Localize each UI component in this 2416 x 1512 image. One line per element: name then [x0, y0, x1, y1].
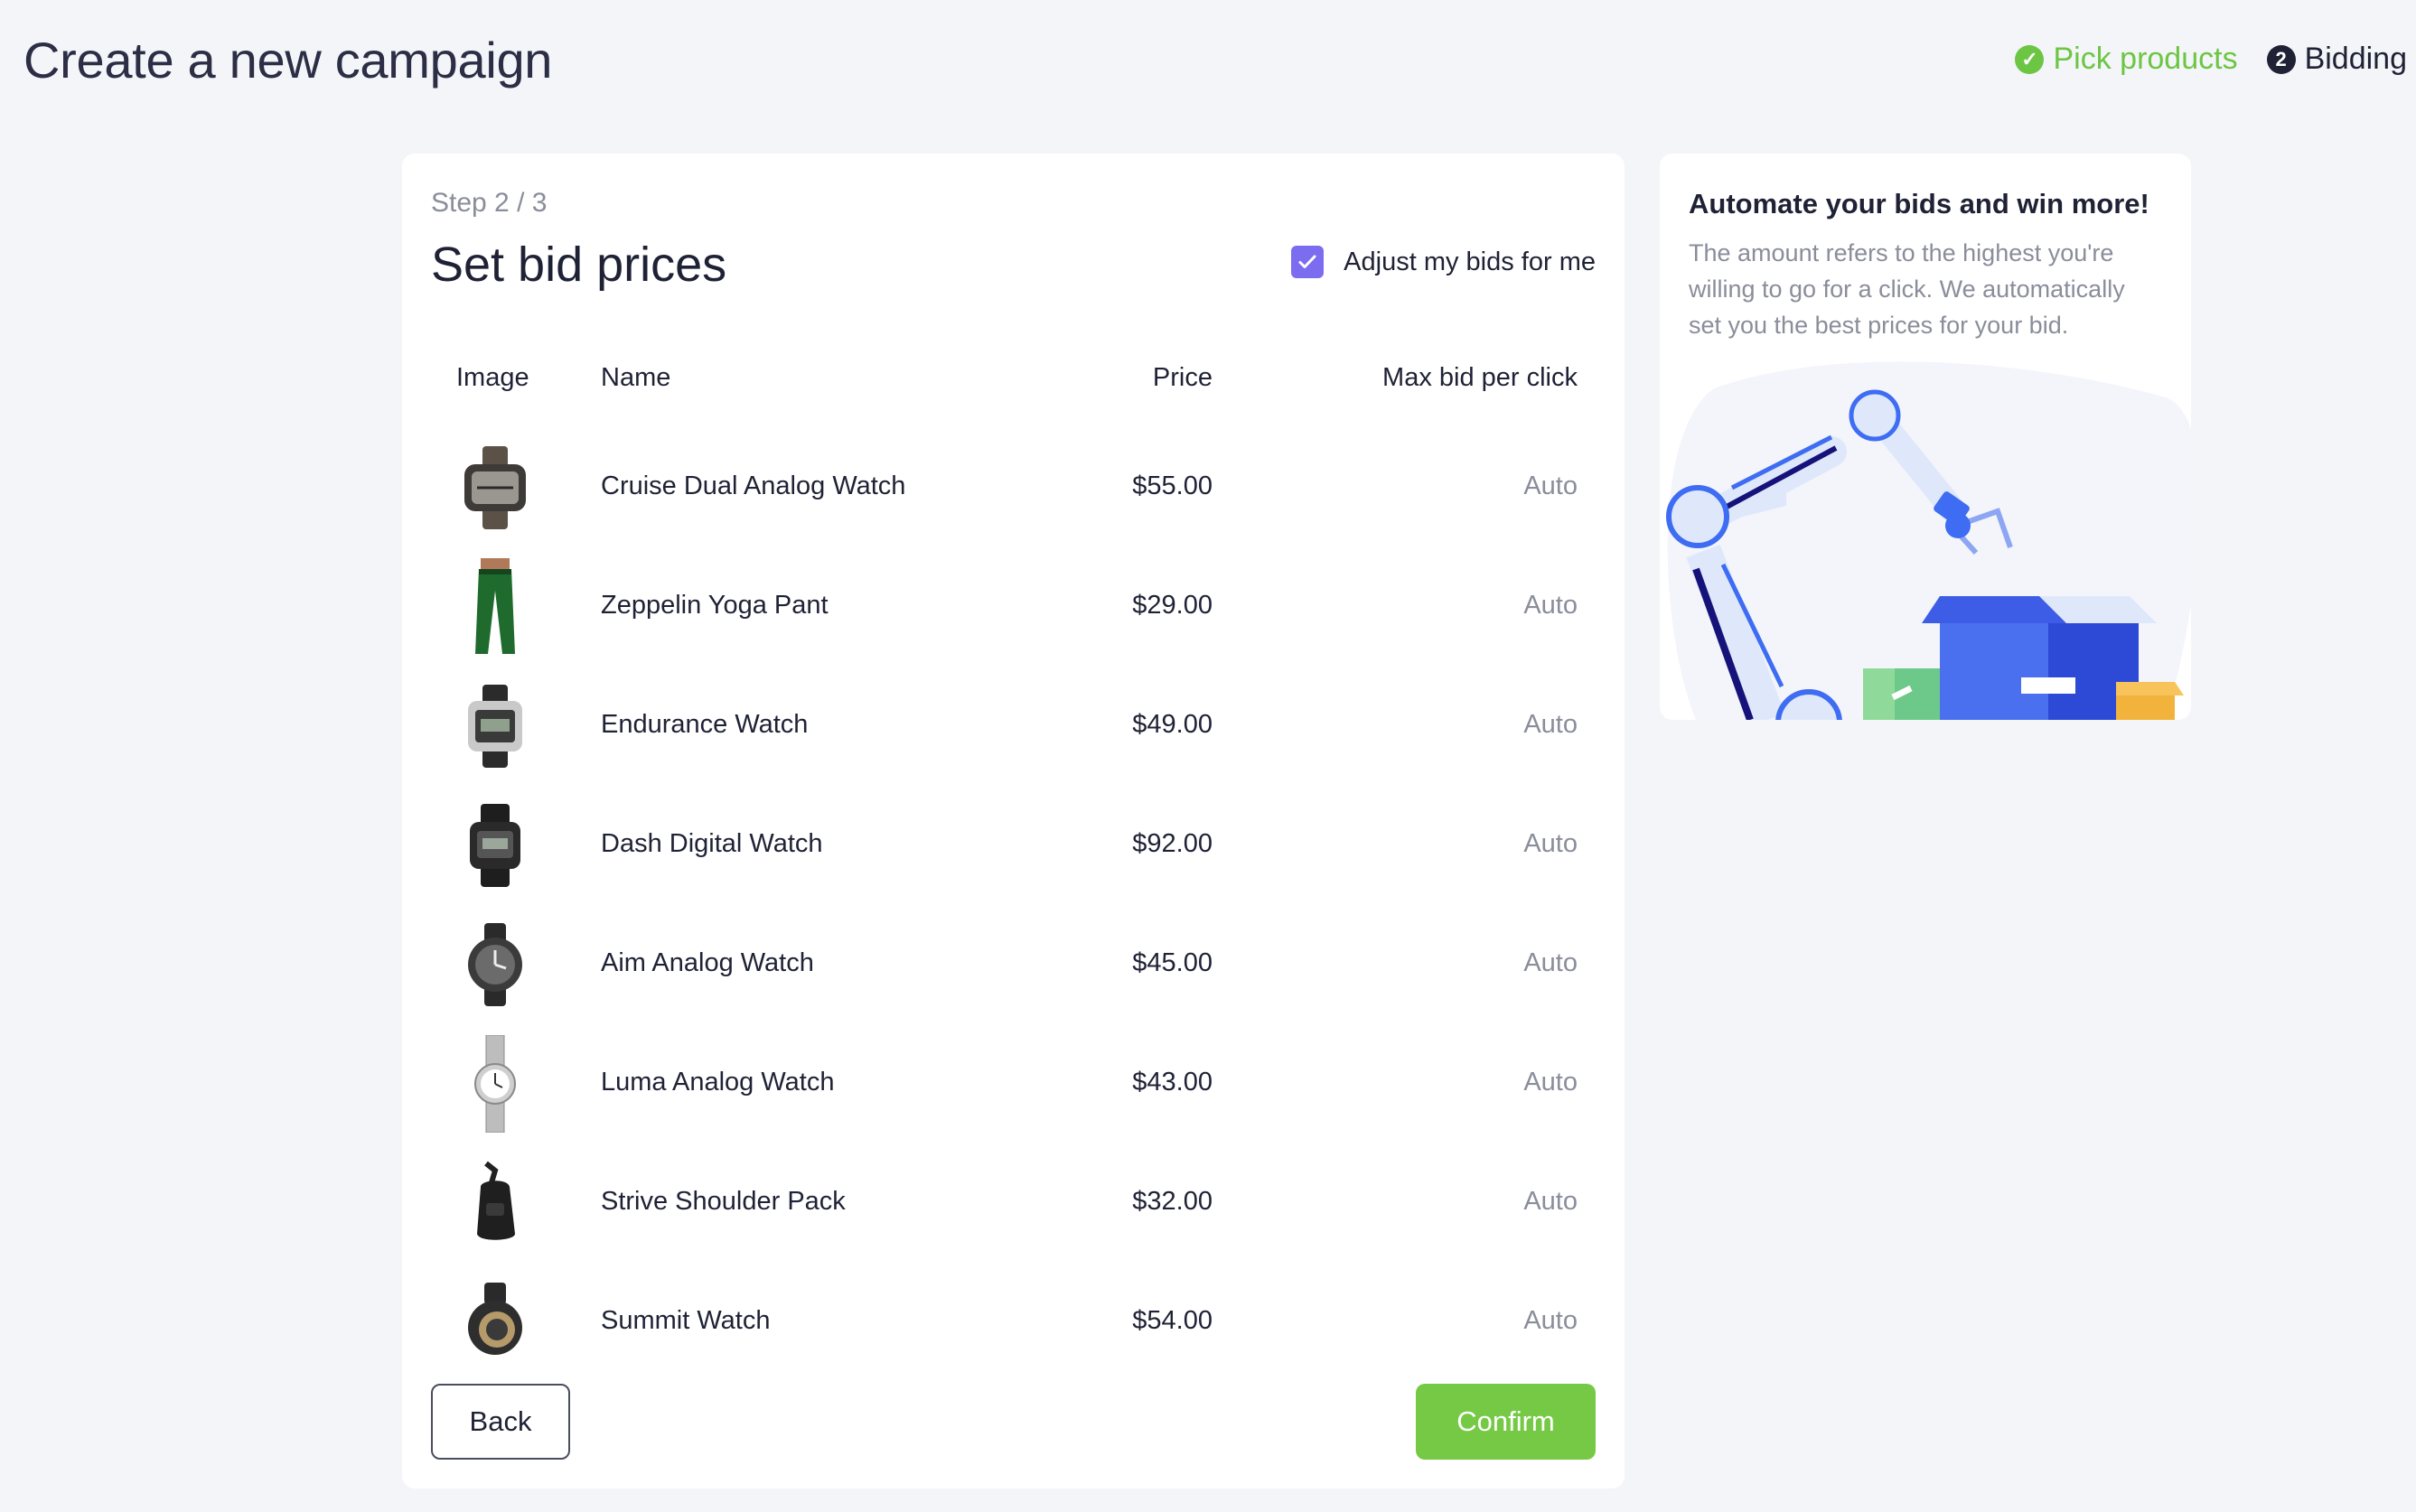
step-pick-products[interactable]: ✓ Pick products — [2015, 42, 2238, 77]
table-row: Luma Analog Watch $43.00 Auto — [431, 1024, 1596, 1143]
product-name: Cruise Dual Analog Watch — [601, 471, 906, 500]
step-label: Pick products — [2053, 42, 2238, 76]
watch-icon — [454, 797, 536, 894]
max-bid-value[interactable]: Auto — [1523, 1187, 1578, 1217]
step-indicator: Step 2 / 3 — [431, 188, 548, 218]
product-name: Summit Watch — [601, 1306, 771, 1335]
product-name: Endurance Watch — [601, 710, 809, 739]
info-title: Automate your bids and win more! — [1689, 188, 2149, 219]
product-name: Aim Analog Watch — [601, 948, 814, 977]
pants-icon — [454, 558, 536, 656]
product-name: Strive Shoulder Pack — [601, 1187, 846, 1216]
watch-icon — [454, 677, 536, 775]
auto-adjust-toggle[interactable]: Adjust my bids for me — [1291, 246, 1596, 278]
table-row: Strive Shoulder Pack $32.00 Auto — [431, 1143, 1596, 1263]
watch-icon — [454, 916, 536, 1013]
max-bid-value[interactable]: Auto — [1523, 591, 1578, 621]
product-price: $43.00 — [1132, 1068, 1213, 1097]
product-name: Zeppelin Yoga Pant — [601, 591, 829, 620]
step-label: Bidding — [2304, 42, 2407, 76]
check-circle-icon: ✓ — [2015, 44, 2045, 74]
product-price: $55.00 — [1132, 471, 1213, 500]
watch-icon — [454, 439, 536, 537]
product-name: Luma Analog Watch — [601, 1068, 835, 1097]
max-bid-value[interactable]: Auto — [1523, 710, 1578, 740]
max-bid-value[interactable]: Auto — [1523, 1306, 1578, 1336]
max-bid-value[interactable]: Auto — [1523, 1068, 1578, 1097]
product-price: $49.00 — [1132, 710, 1213, 739]
column-header-price: Price — [1152, 363, 1213, 392]
info-text: The amount refers to the highest you're … — [1689, 239, 2125, 339]
table-header: Image Name Price Max bid per click — [431, 363, 1596, 408]
column-header-max-bid: Max bid per click — [1382, 363, 1578, 392]
table-row: Summit Watch $54.00 Auto — [431, 1263, 1596, 1382]
product-price: $45.00 — [1132, 948, 1213, 977]
back-button[interactable]: Back — [431, 1384, 570, 1460]
table-row: Aim Analog Watch $45.00 Auto — [431, 905, 1596, 1024]
card-title: Set bid prices — [431, 238, 727, 292]
watch-icon — [454, 1274, 536, 1371]
table-row: Endurance Watch $49.00 Auto — [431, 667, 1596, 786]
bid-prices-card: Step 2 / 3 Set bid prices Adjust my bids… — [402, 154, 1625, 1489]
number-circle-icon: 2 — [2266, 44, 2296, 74]
product-price: $32.00 — [1132, 1187, 1213, 1216]
page-title: Create a new campaign — [23, 32, 553, 89]
max-bid-value[interactable]: Auto — [1523, 948, 1578, 978]
stepper: ✓ Pick products 2 Bidding — [2015, 42, 2407, 77]
table-row: Dash Digital Watch $92.00 Auto — [431, 786, 1596, 905]
table-row: Cruise Dual Analog Watch $55.00 Auto — [431, 428, 1596, 547]
product-price: $54.00 — [1132, 1306, 1213, 1335]
bag-icon — [454, 1154, 536, 1252]
product-table[interactable]: Cruise Dual Analog Watch $55.00 Auto Zep… — [431, 428, 1596, 1508]
watch-icon — [454, 1035, 536, 1133]
column-header-image: Image — [456, 363, 529, 392]
robot-arm-illustration — [1666, 361, 2191, 720]
automation-info-card: Automate your bids and win more! The amo… — [1660, 154, 2191, 720]
product-price: $29.00 — [1132, 591, 1213, 620]
max-bid-value[interactable]: Auto — [1523, 829, 1578, 859]
confirm-button[interactable]: Confirm — [1416, 1384, 1596, 1460]
max-bid-value[interactable]: Auto — [1523, 471, 1578, 501]
product-name: Dash Digital Watch — [601, 829, 823, 858]
table-row: Zeppelin Yoga Pant $29.00 Auto — [431, 547, 1596, 667]
step-bidding[interactable]: 2 Bidding — [2266, 42, 2407, 77]
column-header-name: Name — [601, 363, 671, 392]
product-price: $92.00 — [1132, 829, 1213, 858]
checkbox-checked-icon[interactable] — [1291, 246, 1325, 278]
auto-adjust-label: Adjust my bids for me — [1344, 247, 1596, 276]
